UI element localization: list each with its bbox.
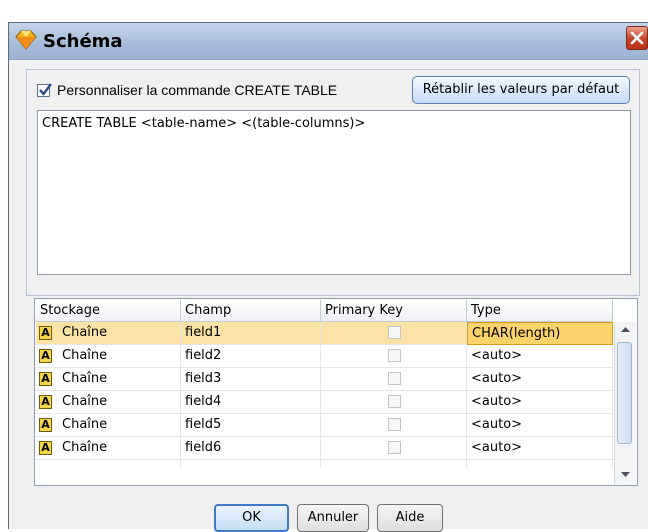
primary-key-checkbox[interactable] <box>388 349 401 362</box>
checkmark-icon <box>39 82 52 96</box>
storage-cell: A Chaîne <box>36 368 181 391</box>
field-cell: field4 <box>181 391 321 414</box>
title-bar[interactable]: Schéma <box>9 23 648 60</box>
storage-cell: A Chaîne <box>36 345 181 368</box>
table-row[interactable]: A Chaîne field5 <auto> <box>36 414 613 437</box>
column-header-storage[interactable]: Stockage <box>36 300 181 322</box>
scroll-down-icon[interactable] <box>616 466 635 482</box>
primary-key-checkbox[interactable] <box>388 418 401 431</box>
storage-label: Chaîne <box>62 371 108 386</box>
table-row[interactable]: A Chaîne field4 <auto> <box>36 391 613 414</box>
customize-checkbox-label: Personnaliser la commande CREATE TABLE <box>57 82 338 98</box>
type-cell[interactable]: CHAR(length) <box>467 322 613 345</box>
primary-key-cell <box>321 322 467 345</box>
field-cell <box>181 460 321 468</box>
column-header-primary-key[interactable]: Primary Key <box>321 300 467 322</box>
type-cell[interactable]: <auto> <box>467 368 613 391</box>
schema-dialog: Schéma Personnaliser la commande CREATE … <box>8 22 648 532</box>
scroll-up-icon[interactable] <box>616 322 635 338</box>
storage-cell <box>36 460 181 468</box>
help-button[interactable]: Aide <box>377 504 443 532</box>
primary-key-checkbox[interactable] <box>388 372 401 385</box>
string-type-icon: A <box>39 395 52 409</box>
storage-label: Chaîne <box>62 440 108 455</box>
primary-key-cell <box>321 460 467 468</box>
type-cell[interactable]: <auto> <box>467 437 613 460</box>
table-row[interactable]: A Chaîne field2 <auto> <box>36 345 613 368</box>
primary-key-cell <box>321 368 467 391</box>
string-type-icon: A <box>39 441 52 455</box>
close-button[interactable] <box>626 26 648 50</box>
storage-cell: A Chaîne <box>36 414 181 437</box>
primary-key-cell <box>321 437 467 460</box>
field-cell: field5 <box>181 414 321 437</box>
storage-label: Chaîne <box>62 348 108 363</box>
type-cell[interactable]: <auto> <box>467 391 613 414</box>
primary-key-checkbox[interactable] <box>388 326 401 339</box>
field-cell: field6 <box>181 437 321 460</box>
type-cell <box>467 460 613 468</box>
customize-create-table-option[interactable]: Personnaliser la commande CREATE TABLE <box>37 80 337 100</box>
column-header-field[interactable]: Champ <box>181 300 321 322</box>
string-type-icon: A <box>39 418 52 432</box>
window-title: Schéma <box>43 31 123 52</box>
reset-defaults-button[interactable]: Rétablir les valeurs par défaut <box>412 76 630 104</box>
type-cell[interactable]: <auto> <box>467 345 613 368</box>
column-header-type[interactable]: Type <box>467 300 613 322</box>
storage-label: Chaîne <box>62 417 108 432</box>
columns-table: Stockage Champ Primary Key Type A Chaîne… <box>34 298 638 486</box>
app-diamond-icon <box>15 30 37 50</box>
create-table-panel: Personnaliser la commande CREATE TABLE R… <box>26 69 640 296</box>
primary-key-cell <box>321 414 467 437</box>
type-cell[interactable]: <auto> <box>467 414 613 437</box>
close-icon <box>630 31 644 45</box>
field-cell: field3 <box>181 368 321 391</box>
cancel-button[interactable]: Annuler <box>297 504 369 532</box>
customize-checkbox[interactable] <box>37 82 52 97</box>
storage-cell: A Chaîne <box>36 391 181 414</box>
vertical-scrollbar[interactable] <box>614 322 636 484</box>
scrollbar-thumb[interactable] <box>617 342 632 444</box>
string-type-icon: A <box>39 372 52 386</box>
table-row[interactable]: A Chaîne field3 <auto> <box>36 368 613 391</box>
field-cell: field2 <box>181 345 321 368</box>
storage-cell: A Chaîne <box>36 322 181 345</box>
string-type-icon: A <box>39 349 52 363</box>
field-cell: field1 <box>181 322 321 345</box>
storage-label: Chaîne <box>62 325 108 340</box>
table-row[interactable]: A Chaîne field6 <auto> <box>36 437 613 460</box>
primary-key-cell <box>321 345 467 368</box>
string-type-icon: A <box>39 326 52 340</box>
primary-key-checkbox[interactable] <box>388 441 401 454</box>
storage-label: Chaîne <box>62 394 108 409</box>
storage-cell: A Chaîne <box>36 437 181 460</box>
table-row-partial <box>36 460 613 468</box>
primary-key-cell <box>321 391 467 414</box>
create-table-sql-textarea[interactable]: CREATE TABLE <table-name> <(table-column… <box>37 110 631 275</box>
table-row[interactable]: A Chaîne field1 CHAR(length) <box>36 322 613 345</box>
ok-button[interactable]: OK <box>214 504 289 532</box>
primary-key-checkbox[interactable] <box>388 395 401 408</box>
